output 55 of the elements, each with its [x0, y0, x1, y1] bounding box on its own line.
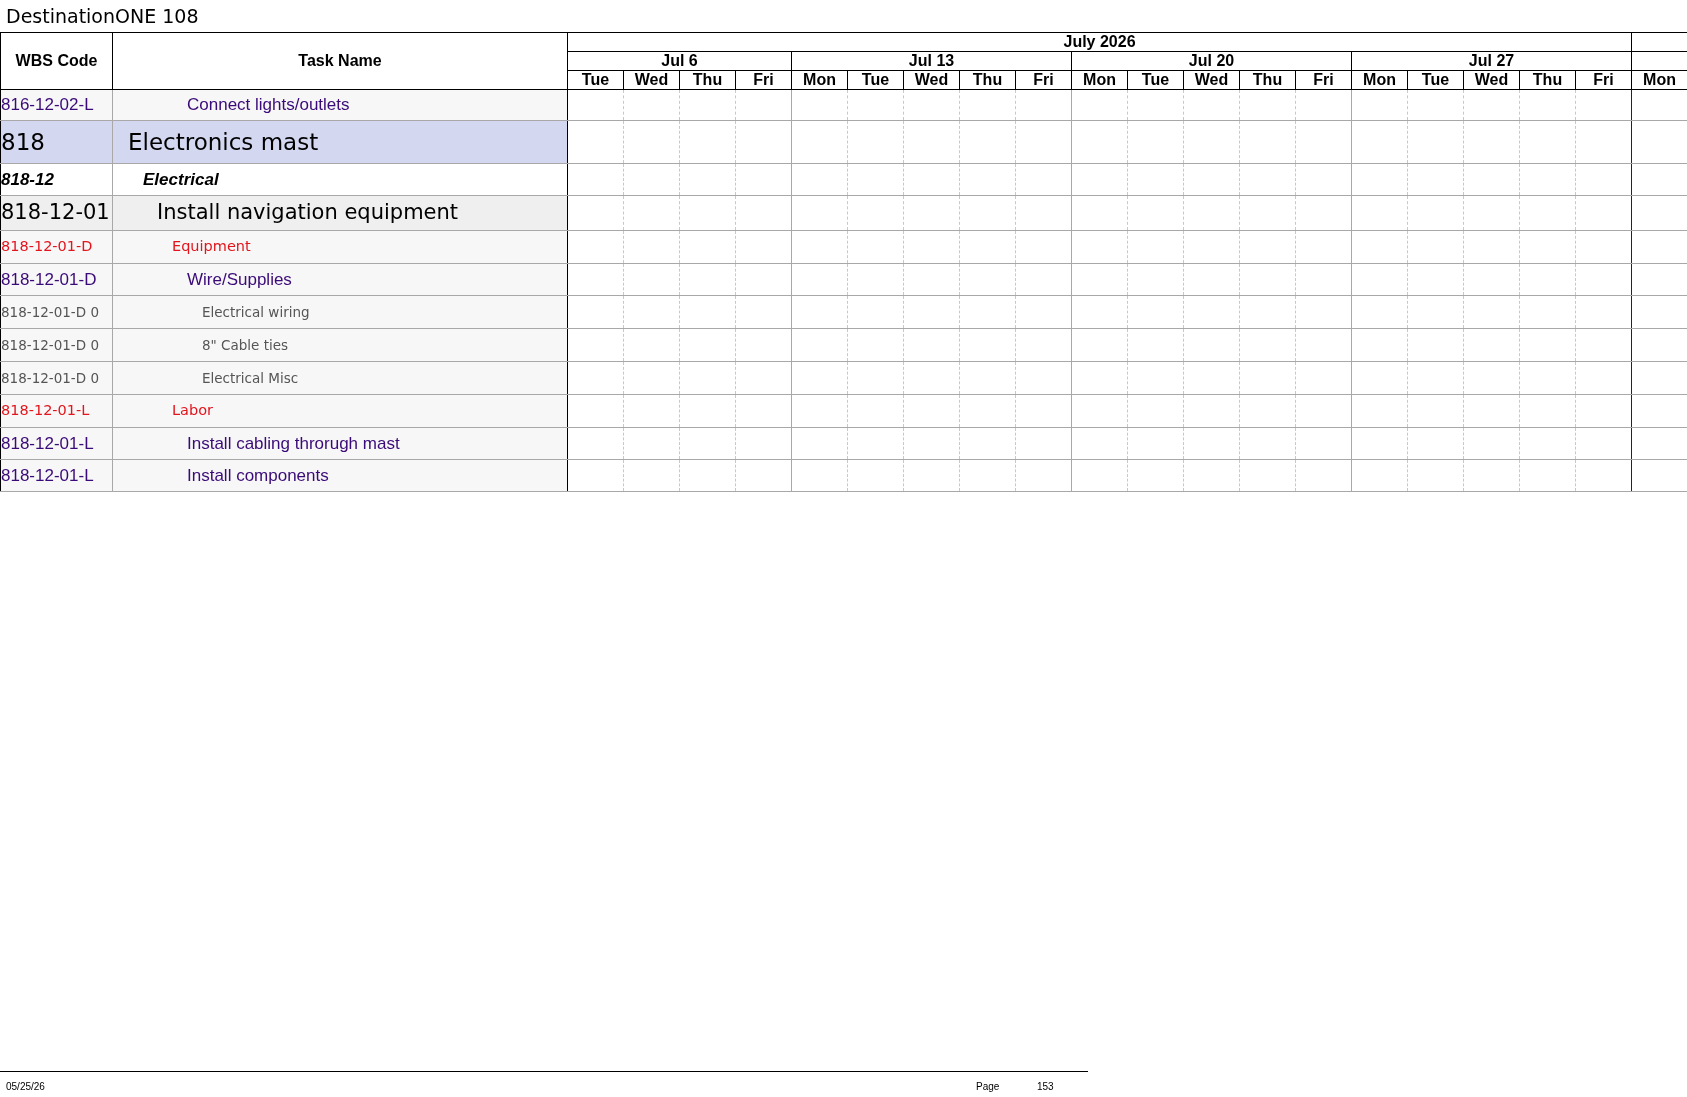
wbs-code-cell: 816-12-02-L	[0, 89, 113, 121]
day-header: Wed	[903, 70, 960, 90]
month-header: July 2026	[567, 32, 1632, 52]
wbs-code-cell: 818-12-01-D 0	[0, 295, 113, 329]
wbs-code-cell: 818-12-01-L	[0, 394, 113, 428]
day-header: Mon	[1631, 70, 1687, 90]
day-header: Thu	[679, 70, 736, 90]
wbs-code-cell: 818-12-01-D	[0, 230, 113, 264]
day-header: Thu	[1519, 70, 1576, 90]
wbs-code-cell: 818	[0, 120, 113, 164]
task-name-cell: Equipment	[112, 230, 568, 264]
wbs-code-cell: 818-12-01-D	[0, 263, 113, 296]
day-header: Fri	[1015, 70, 1072, 90]
page-number: 153	[1037, 1080, 1054, 1094]
page-label: Page	[976, 1080, 1000, 1094]
wbs-code-cell: 818-12-01-D 0	[0, 361, 113, 395]
day-header: Tue	[567, 70, 624, 90]
day-header: Tue	[1407, 70, 1464, 90]
task-name-cell: Connect lights/outlets	[112, 89, 568, 121]
task-name-cell: 8" Cable ties	[112, 328, 568, 362]
week-header: Jul 6	[567, 51, 792, 71]
day-header: Wed	[1183, 70, 1240, 90]
day-header: Thu	[959, 70, 1016, 90]
day-header: Wed	[623, 70, 680, 90]
day-header: Fri	[1575, 70, 1632, 90]
task-name-cell: Labor	[112, 394, 568, 428]
document-title: DestinationONE 108	[5, 4, 200, 29]
task-name-cell: Electrical wiring	[112, 295, 568, 329]
day-header: Tue	[1127, 70, 1184, 90]
day-header: Fri	[1295, 70, 1352, 90]
week-header: Jul 13	[791, 51, 1072, 71]
day-header: Mon	[1071, 70, 1128, 90]
day-header: Mon	[791, 70, 848, 90]
wbs-code-cell: 818-12-01	[0, 195, 113, 231]
wbs-code-cell: 818-12-01-L	[0, 427, 113, 460]
task-name-cell: Electronics mast	[112, 120, 568, 164]
task-name-cell: Wire/Supplies	[112, 263, 568, 296]
week-header: Jul 20	[1071, 51, 1352, 71]
wbs-code-cell: 818-12-01-D 0	[0, 328, 113, 362]
column-header: Task Name	[112, 32, 568, 90]
day-header: Wed	[1463, 70, 1520, 90]
task-name-cell: Install cabling throrugh mast	[112, 427, 568, 460]
wbs-code-cell: 818-12	[0, 163, 113, 196]
day-header: Thu	[1239, 70, 1296, 90]
day-header: Mon	[1351, 70, 1408, 90]
column-header: WBS Code	[0, 32, 113, 90]
task-name-cell: Install components	[112, 459, 568, 492]
task-name-cell: Electrical Misc	[112, 361, 568, 395]
week-header: Jul 27	[1351, 51, 1632, 71]
print-date: 05/25/26	[6, 1080, 45, 1094]
wbs-code-cell: 818-12-01-L	[0, 459, 113, 492]
day-header: Tue	[847, 70, 904, 90]
task-name-cell: Electrical	[112, 163, 568, 196]
task-name-cell: Install navigation equipment	[112, 195, 568, 231]
day-header: Fri	[735, 70, 792, 90]
